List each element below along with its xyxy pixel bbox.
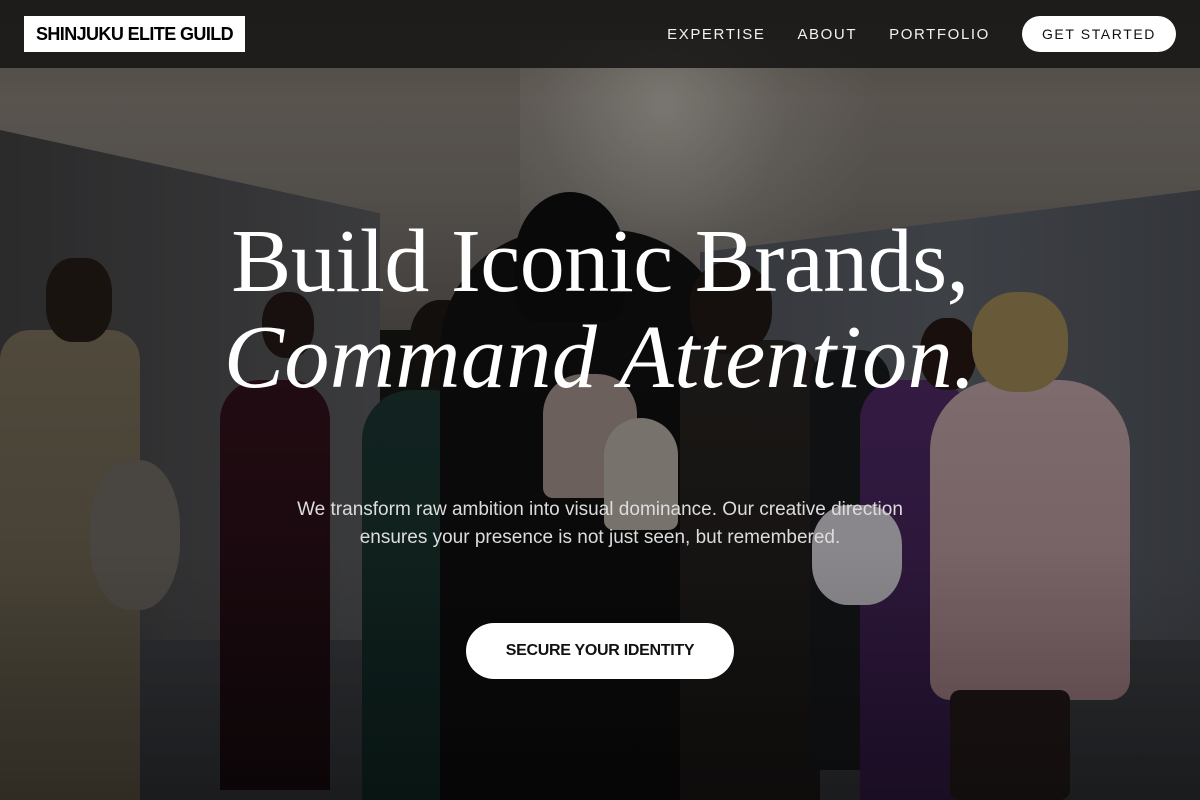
brand-logo[interactable]: SHINJUKU ELITE GUILD [24,16,246,52]
hero-headline: Build Iconic Brands, Command Attention. [224,214,976,406]
nav-link-about[interactable]: ABOUT [797,26,857,43]
nav-link-portfolio[interactable]: PORTFOLIO [889,26,990,43]
main-nav: EXPERTISE ABOUT PORTFOLIO GET STARTED [667,16,1176,52]
secure-identity-button[interactable]: SECURE YOUR IDENTITY [465,623,735,680]
site-header: SHINJUKU ELITE GUILD EXPERTISE ABOUT POR… [0,0,1200,68]
hero-section: Build Iconic Brands, Command Attention. … [0,0,1200,800]
nav-link-expertise[interactable]: EXPERTISE [667,26,765,43]
get-started-button[interactable]: GET STARTED [1021,16,1176,52]
hero-subtext: We transform raw ambition into visual do… [297,499,903,549]
hero-headline-line-2: Command Attention. [223,308,977,407]
landing-page: SHINJUKU ELITE GUILD EXPERTISE ABOUT POR… [0,0,1200,800]
hero-headline-line-1: Build Iconic Brands, [231,212,969,311]
